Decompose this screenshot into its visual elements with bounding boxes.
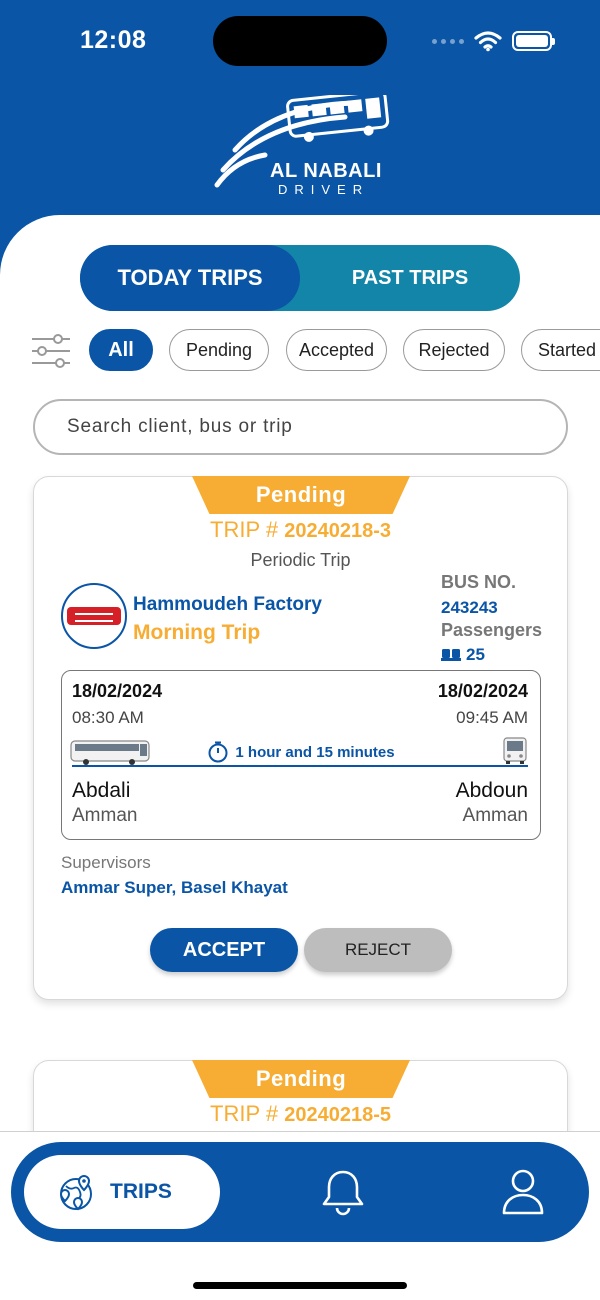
nav-trips-button[interactable]: TRIPS [24,1155,220,1229]
status-indicators [432,30,555,52]
arrival-date: 18/02/2024 [437,681,528,701]
supervisors-label: Supervisors [61,853,151,872]
filter-sliders-icon[interactable] [30,333,72,369]
bottom-nav: TRIPS [11,1142,589,1242]
trip-tabs: TODAY TRIPS PAST TRIPS [80,245,520,311]
bell-icon[interactable] [321,1168,365,1216]
passengers-count: 25 [466,645,485,664]
dynamic-island [213,16,387,66]
nav-trips-label: TRIPS [110,1180,172,1203]
status-badge: Pending [192,476,410,514]
search-input[interactable]: Search client, bus or trip [33,399,568,455]
arrival-city: Abdoun [455,779,528,802]
trip-number-prefix: TRIP # [210,517,279,542]
trip-number-value: 20240218-5 [284,1104,391,1126]
departure-region: Amman [72,805,138,826]
trip-duration-text: 1 hour and 15 minutes [235,743,395,761]
client-logo [61,583,127,649]
trip-number: TRIP # 20240218-3 [34,517,567,543]
filter-chip-all[interactable]: All [89,329,153,371]
brand-subtitle: DRIVER [278,182,370,197]
brand-name: AL NABALI [270,160,382,182]
departure-date: 18/02/2024 [72,681,163,701]
trip-card[interactable]: Pending TRIP # 20240218-3 Periodic Trip … [33,476,568,1000]
filter-chip-started[interactable]: Started [521,329,600,371]
bus-number-label: BUS NO. [441,572,517,592]
status-time: 12:08 [80,26,147,54]
tab-past-trips[interactable]: PAST TRIPS [300,245,520,311]
tab-today-trips[interactable]: TODAY TRIPS [80,245,300,311]
passengers-label: Passengers [441,620,543,640]
battery-icon [512,31,555,51]
route-line [72,765,528,767]
departure-city: Abdali [72,779,131,802]
filter-chip-accepted[interactable]: Accepted [286,329,387,371]
bus-number: 243243 [441,598,498,617]
status-badge: Pending [192,1060,410,1098]
map-pins-icon [59,1174,92,1211]
bus-front-icon [503,737,527,764]
filter-chip-pending[interactable]: Pending [169,329,269,371]
trip-type: Periodic Trip [250,550,351,570]
reject-button[interactable]: REJECT [304,928,452,972]
stopwatch-icon [208,741,228,763]
home-indicator [193,1282,407,1289]
client-name: Hammoudeh Factory [133,594,322,615]
trip-number-prefix: TRIP # [210,1101,279,1126]
supervisors-names: Ammar Super, Basel Khayat [61,878,288,897]
trip-duration: 1 hour and 15 minutes [62,741,540,763]
seat-icon [441,649,461,661]
departure-time: 08:30 AM [72,708,144,727]
arrival-time: 09:45 AM [456,708,528,727]
route-box: 18/02/2024 08:30 AM 18/02/2024 09:45 AM … [61,670,541,840]
passengers-count-row: 25 [441,645,485,665]
cellular-signal-icon [432,38,464,44]
user-icon[interactable] [501,1167,545,1215]
accept-button[interactable]: ACCEPT [150,928,298,972]
filter-chip-rejected[interactable]: Rejected [403,329,505,371]
trip-number-value: 20240218-3 [284,520,391,542]
wifi-icon [474,31,502,52]
trip-title: Morning Trip [133,621,261,644]
trip-number: TRIP # 20240218-5 [34,1101,567,1127]
arrival-region: Amman [462,805,528,826]
